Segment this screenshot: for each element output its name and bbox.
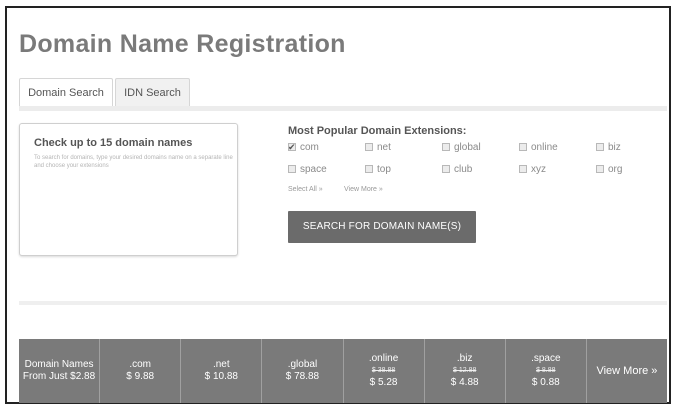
tld-old-price: $ 38.88 (371, 367, 396, 374)
checkbox[interactable] (519, 143, 527, 151)
tld-old-price: $ 8.88 (536, 367, 556, 374)
checkbox[interactable] (596, 143, 604, 151)
tld-name: .global (287, 359, 318, 370)
search-box-help: To search for domains, type your desired… (34, 155, 233, 169)
checkbox[interactable] (365, 143, 373, 151)
price-cell-online[interactable]: .online $ 38.88 $ 5.28 (344, 339, 425, 403)
search-domain-button[interactable]: SEARCH FOR DOMAIN NAME(S) (288, 211, 476, 243)
ext-label: com (300, 142, 319, 153)
view-more-pricing-link[interactable]: View More » (587, 339, 667, 403)
ext-label: top (377, 164, 391, 175)
price-cell-space[interactable]: .space $ 8.88 $ 0.88 (506, 339, 587, 403)
tab-idn-search[interactable]: IDN Search (115, 78, 190, 107)
pricing-intro-line1: Domain Names (24, 359, 94, 370)
ext-club[interactable]: club (442, 163, 472, 177)
ext-label: biz (608, 142, 621, 153)
ext-space[interactable]: space (288, 163, 327, 177)
price-cell-global[interactable]: .global $ 78.88 (262, 339, 344, 403)
search-box-title: Check up to 15 domain names (34, 137, 193, 149)
price-cell-biz[interactable]: .biz $ 12.88 $ 4.88 (425, 339, 506, 403)
tld-price: $ 10.88 (204, 371, 238, 382)
extensions-title: Most Popular Domain Extensions: (288, 125, 467, 137)
ext-label: xyz (531, 164, 546, 175)
checkbox[interactable] (442, 165, 450, 173)
pricing-intro-line2: From Just $2.88 (22, 371, 96, 382)
tld-name: .space (531, 353, 561, 364)
ext-global[interactable]: global (442, 141, 481, 155)
ext-label: space (300, 164, 327, 175)
ext-com[interactable]: com (288, 140, 319, 155)
tab-underline (19, 106, 667, 111)
checkbox[interactable] (519, 165, 527, 173)
tld-price: $ 9.88 (126, 371, 155, 382)
page-title: Domain Name Registration (19, 30, 346, 58)
ext-net[interactable]: net (365, 141, 391, 155)
ext-label: org (608, 164, 623, 175)
tld-price: $ 0.88 (531, 377, 560, 388)
domain-names-textarea[interactable]: Check up to 15 domain names To search fo… (19, 123, 238, 256)
view-more-extensions-link[interactable]: View More » (344, 186, 383, 193)
page-frame: Domain Name Registration Domain Search I… (5, 6, 671, 404)
tld-name: .com (129, 359, 152, 370)
tab-domain-search[interactable]: Domain Search (19, 78, 113, 107)
checkbox[interactable] (596, 165, 604, 173)
ext-label: online (531, 142, 558, 153)
ext-biz[interactable]: biz (596, 141, 621, 155)
ext-online[interactable]: online (519, 141, 558, 155)
select-all-link[interactable]: Select All » (288, 186, 323, 193)
ext-top[interactable]: top (365, 163, 391, 177)
tld-price: $ 4.88 (450, 377, 479, 388)
tld-name: .biz (456, 353, 473, 364)
tld-old-price: $ 12.88 (453, 367, 477, 374)
pricing-bar: Domain Names From Just $2.88 .com $ 9.88… (19, 339, 667, 403)
tld-name: .online (368, 353, 399, 364)
checkbox[interactable] (288, 165, 296, 173)
ext-label: net (377, 142, 391, 153)
price-cell-com[interactable]: .com $ 9.88 (100, 339, 182, 403)
tld-price: $ 5.28 (369, 377, 398, 388)
tld-name: .net (212, 359, 230, 370)
ext-org[interactable]: org (596, 163, 622, 177)
checkbox-checked[interactable] (288, 140, 296, 154)
price-cell-net[interactable]: .net $ 10.88 (181, 339, 263, 403)
checkbox[interactable] (365, 165, 373, 173)
ext-label: club (454, 164, 473, 175)
pricing-intro: Domain Names From Just $2.88 (19, 339, 101, 403)
section-divider (19, 301, 667, 305)
ext-label: global (454, 142, 481, 153)
ext-xyz[interactable]: xyz (519, 163, 546, 177)
checkbox[interactable] (442, 143, 450, 151)
tld-price: $ 78.88 (285, 371, 320, 382)
